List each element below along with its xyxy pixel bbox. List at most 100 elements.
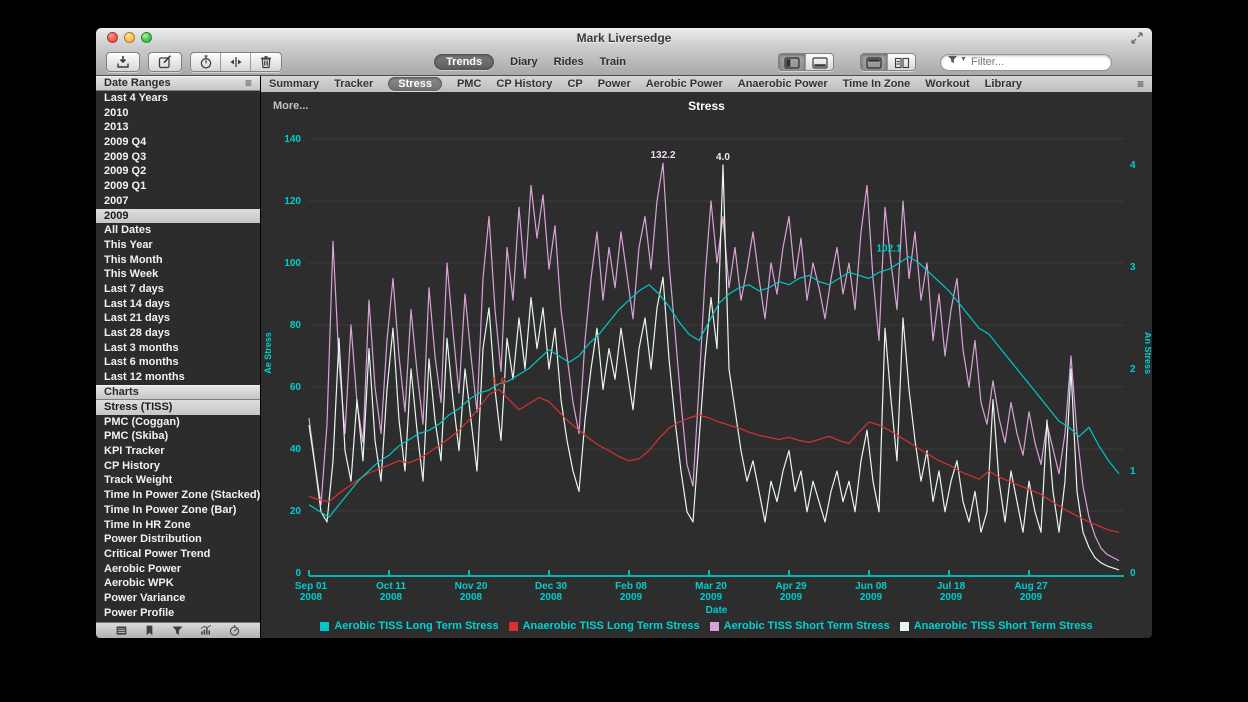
date-range-2009-q4[interactable]: 2009 Q4 [96,135,260,150]
chart-menu-icon[interactable]: ≡ [1137,77,1144,91]
tiled-view-button[interactable] [888,54,915,71]
chart-item-time-in-power-zone-stacked[interactable]: Time In Power Zone (Stacked) [96,488,260,503]
tab-workout[interactable]: Workout [925,78,969,90]
chart-item-power-distribution[interactable]: Power Distribution [96,532,260,547]
single-view-button[interactable] [861,54,888,71]
view-diary[interactable]: Diary [510,56,538,68]
tab-cp[interactable]: CP [567,78,582,90]
tab-cp-history[interactable]: CP History [496,78,552,90]
toggle-sidebar-button[interactable] [779,54,806,71]
svg-text:Date: Date [706,605,728,616]
date-range-this-year[interactable]: This Year [96,238,260,253]
filter-funnel-icon[interactable]: ▼ [947,54,967,65]
tab-summary[interactable]: Summary [269,78,319,90]
date-range-2007[interactable]: 2007 [96,194,260,209]
tab-anaerobic-power[interactable]: Anaerobic Power [738,78,828,90]
view-train[interactable]: Train [600,56,626,68]
chart-item-pmc-skiba[interactable]: PMC (Skiba) [96,429,260,444]
stopwatch-icon [198,54,214,70]
tab-pmc[interactable]: PMC [457,78,481,90]
date-range-this-month[interactable]: This Month [96,253,260,268]
legend-anaerobic-tiss-long-term-stress: Anaerobic TISS Long Term Stress [509,620,700,632]
manual-entry-button[interactable] [148,52,182,72]
date-range-2009[interactable]: 2009 [96,209,260,224]
tab-tracker[interactable]: Tracker [334,78,373,90]
date-range-2013[interactable]: 2013 [96,120,260,135]
date-range-2009-q3[interactable]: 2009 Q3 [96,150,260,165]
date-range-last-12-months[interactable]: Last 12 months [96,370,260,385]
point-label-102-1: 102.1 [876,243,901,254]
chart-item-pmc-coggan[interactable]: PMC (Coggan) [96,415,260,430]
svg-text:Feb 08: Feb 08 [615,581,647,592]
chart-item-time-in-hr-zone[interactable]: Time In HR Zone [96,518,260,533]
series-anaerobic-tiss-short-term-stress [309,165,1119,570]
layout-toggle-group [860,53,916,71]
toggle-bottombar-button[interactable] [806,54,833,71]
date-range-last-21-days[interactable]: Last 21 days [96,311,260,326]
svg-text:Aug 27: Aug 27 [1014,581,1048,592]
svg-text:40: 40 [290,444,302,455]
stress-chart-panel: More... Stress Sep 012008Oct 112008Nov 2… [261,93,1152,638]
split-activity-button[interactable] [221,53,251,71]
chart-legend: Aerobic TISS Long Term Stress Anaerobic T… [261,620,1152,632]
chart-item-kpi-tracker[interactable]: KPI Tracker [96,444,260,459]
svg-text:0: 0 [1130,568,1136,579]
view-trends[interactable]: Trends [434,54,494,70]
date-range-last-3-months[interactable]: Last 3 months [96,341,260,356]
stress-chart-plot[interactable]: Sep 012008Oct 112008Nov 202008Dec 302008… [261,93,1151,636]
sidebar: Date Ranges ≡ Last 4 Years201020132009 Q… [96,76,261,638]
chart-item-cp-history[interactable]: CP History [96,459,260,474]
svg-text:2009: 2009 [780,592,803,603]
date-range-2010[interactable]: 2010 [96,106,260,121]
chart-item-aerobic-wpk[interactable]: Aerobic WPK [96,576,260,591]
svg-text:2009: 2009 [940,592,963,603]
charts-bars-icon[interactable] [199,624,213,637]
date-range-this-week[interactable]: This Week [96,267,260,282]
date-range-2009-q2[interactable]: 2009 Q2 [96,164,260,179]
chart-item-power-variance[interactable]: Power Variance [96,591,260,606]
date-range-2009-q1[interactable]: 2009 Q1 [96,179,260,194]
date-range-last-6-months[interactable]: Last 6 months [96,355,260,370]
date-range-last-7-days[interactable]: Last 7 days [96,282,260,297]
chart-item-stress-tiss[interactable]: Stress (TISS) [96,400,260,415]
legend-label: Aerobic TISS Long Term Stress [334,620,498,632]
desktop-background: Mark Liversedge [0,0,1248,702]
tab-aerobic-power[interactable]: Aerobic Power [646,78,723,90]
tab-library[interactable]: Library [985,78,1022,90]
tab-stress[interactable]: Stress [388,77,442,91]
window-content: Date Ranges ≡ Last 4 Years201020132009 Q… [96,76,1152,638]
delete-activity-button[interactable] [251,53,281,71]
date-range-last-28-days[interactable]: Last 28 days [96,326,260,341]
legend-swatch [320,622,329,631]
bottom-panel-icon [812,57,828,69]
toggle-interval-button[interactable] [191,53,221,71]
sidebar-bottom-toolbar [96,622,260,638]
chart-item-aerobic-power[interactable]: Aerobic Power [96,562,260,577]
tab-time-in-zone[interactable]: Time In Zone [843,78,911,90]
svg-text:2008: 2008 [540,592,563,603]
date-range-last-14-days[interactable]: Last 14 days [96,297,260,312]
filter-dropdown-arrow-icon: ▼ [960,56,967,63]
date-range-last-4-years[interactable]: Last 4 Years [96,91,260,106]
summary-grid-icon[interactable] [115,624,128,637]
svg-text:Ae Stress: Ae Stress [263,332,273,374]
date-range-all-dates[interactable]: All Dates [96,223,260,238]
point-label-1-8: 1.8 [492,376,506,387]
view-rides[interactable]: Rides [554,56,584,68]
chart-item-track-weight[interactable]: Track Weight [96,473,260,488]
gauge-icon[interactable] [228,624,241,637]
chart-item-power-profile[interactable]: Power Profile [96,606,260,621]
chart-item-time-in-power-zone-bar[interactable]: Time In Power Zone (Bar) [96,503,260,518]
panel-toggle-group [778,53,834,71]
more-menu-button[interactable]: More... [273,100,308,112]
download-activity-button[interactable] [106,52,140,72]
fullscreen-icon[interactable] [1130,31,1144,45]
tab-power[interactable]: Power [598,78,631,90]
svg-text:4: 4 [1130,160,1136,171]
bookmark-icon[interactable] [143,624,156,637]
titlebar: Mark Liversedge [96,28,1152,48]
date-ranges-menu-icon[interactable]: ≡ [245,77,252,90]
chart-item-critical-power-trend[interactable]: Critical Power Trend [96,547,260,562]
svg-text:Sep 01: Sep 01 [295,581,328,592]
filter-funnel-sidebar-icon[interactable] [171,624,184,637]
